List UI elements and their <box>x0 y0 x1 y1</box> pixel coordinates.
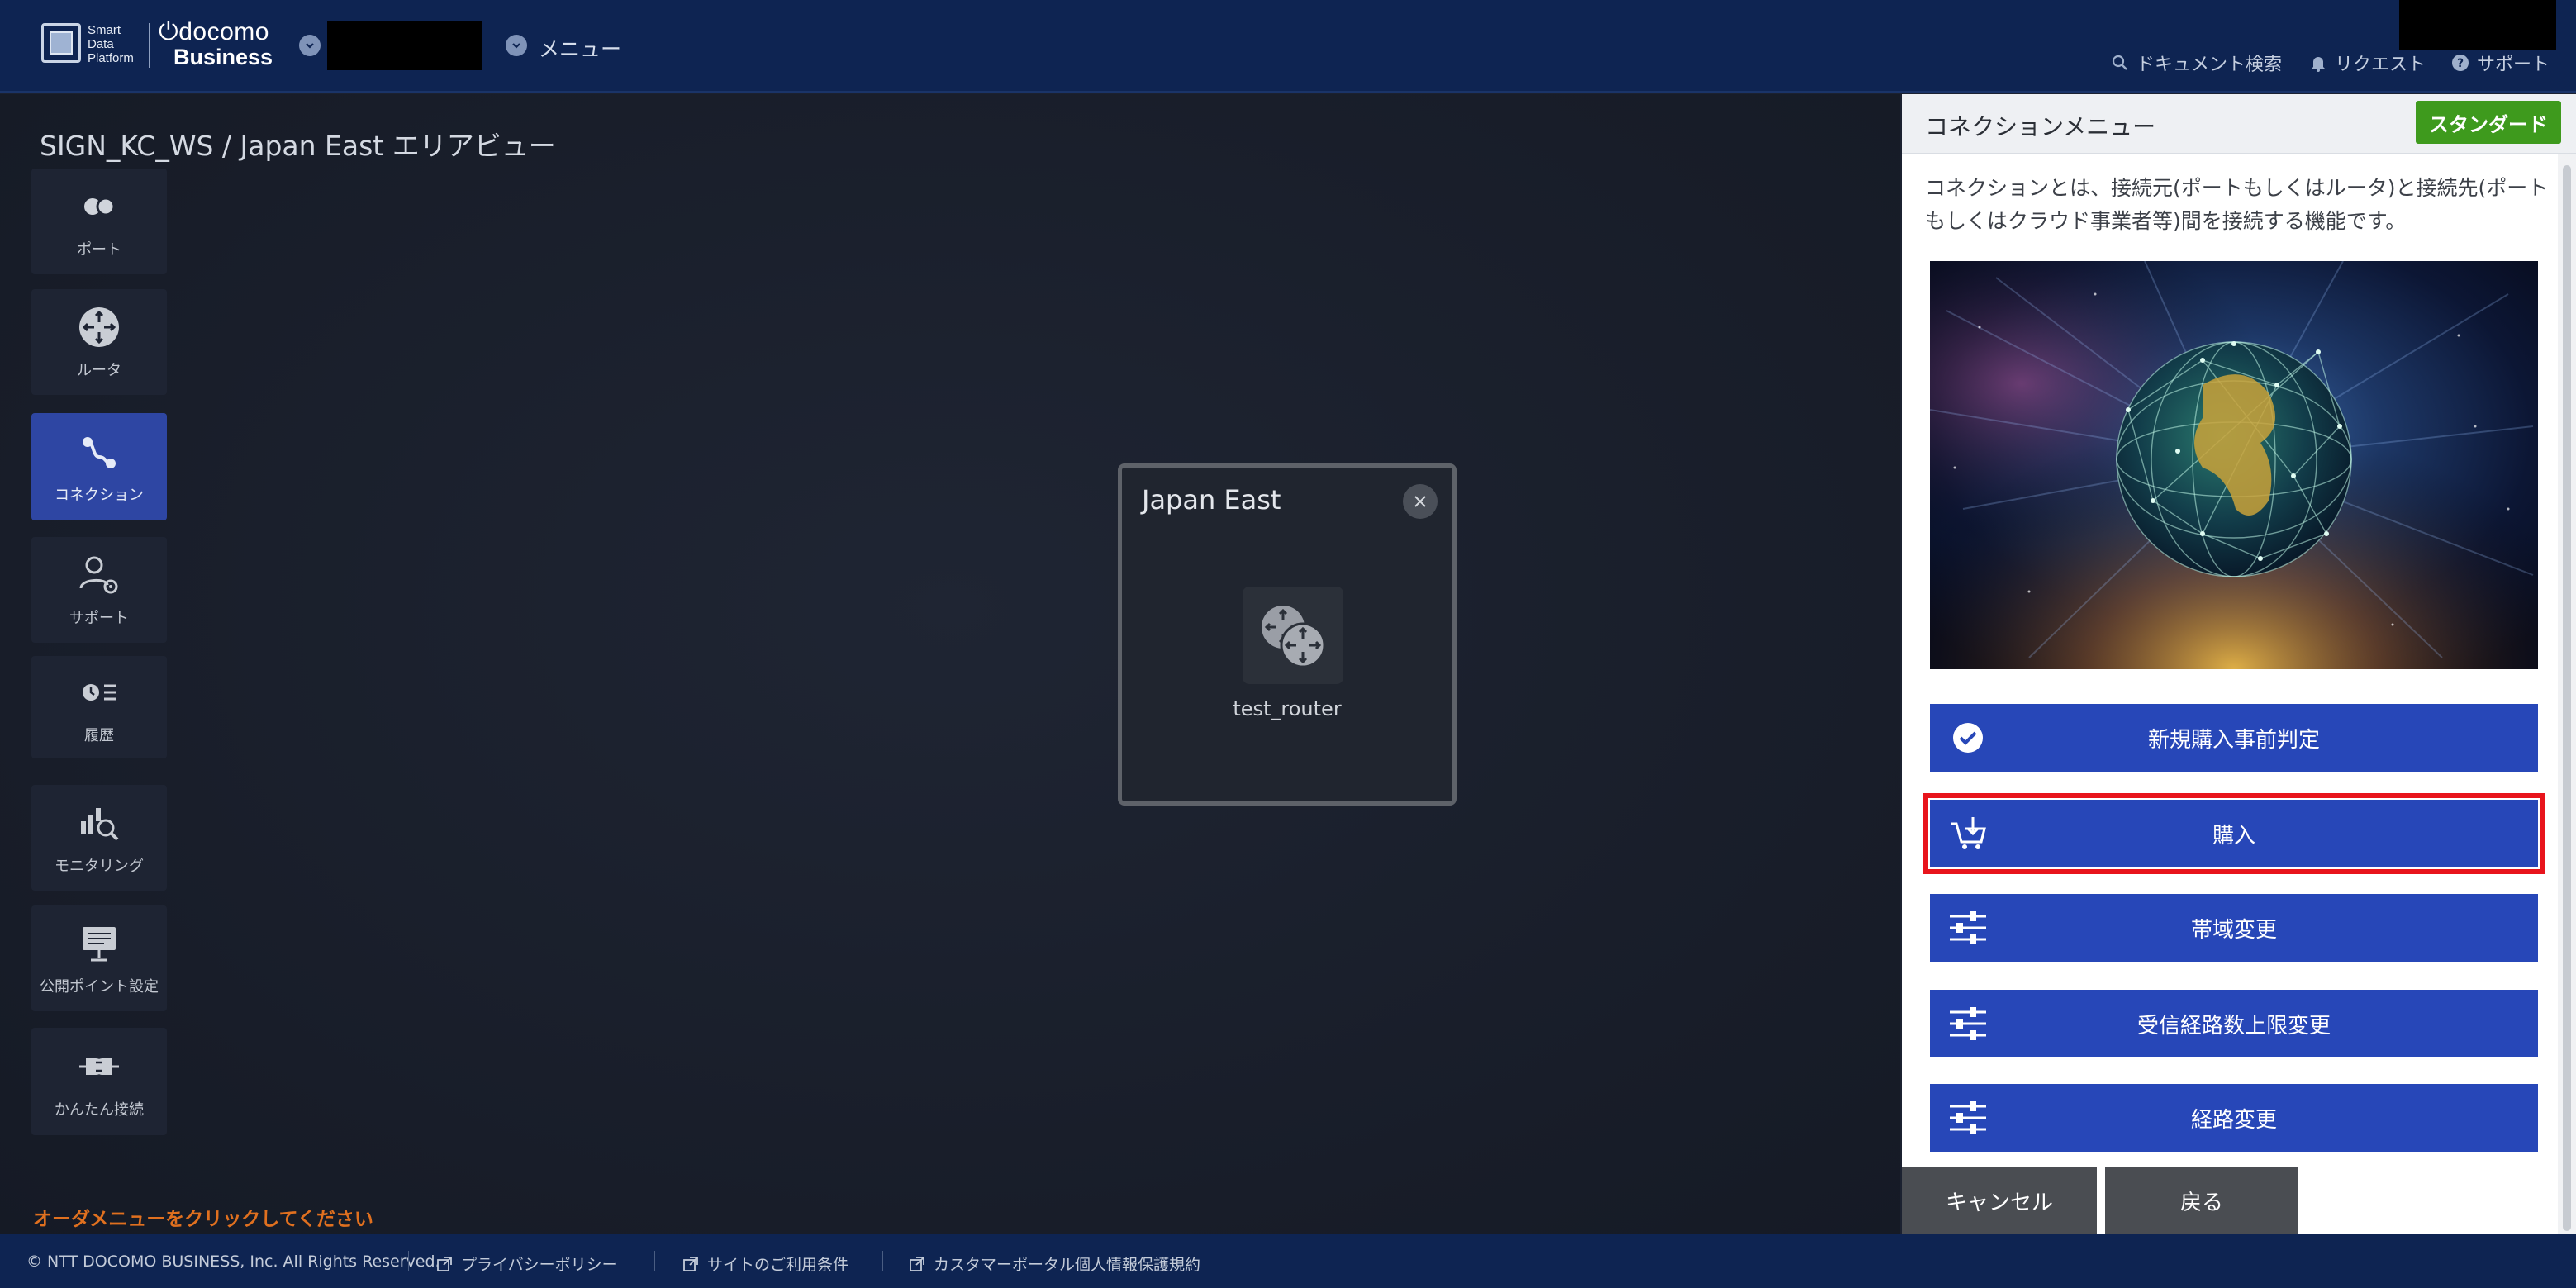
bandwidth-change-button[interactable]: 帯域変更 <box>1930 894 2538 962</box>
cart-icon <box>1951 817 1986 849</box>
doc-search-label: ドキュメント検索 <box>2136 55 2283 75</box>
easy-connect-icon <box>79 1058 119 1075</box>
port-icon <box>84 197 116 216</box>
sliders-icon <box>1950 911 1986 944</box>
pre-purchase-check-button[interactable]: 新規購入事前判定 <box>1930 704 2538 772</box>
sidebar-item-label: モニタリング <box>55 858 144 875</box>
redacted-user-info <box>2399 0 2556 50</box>
footer-divider <box>408 1251 409 1271</box>
router-node-label: test_router <box>1233 697 1342 720</box>
docomo-power-icon: ⏻ <box>159 18 179 45</box>
sidebar-item-port[interactable]: ポート <box>31 169 167 274</box>
doc-search-link[interactable]: ドキュメント検索 <box>2110 50 2282 76</box>
close-icon[interactable] <box>1403 484 1438 519</box>
sidebar-item-label: ポート <box>77 241 121 259</box>
privacy-policy-label: プライバシーポリシー <box>461 1256 618 1274</box>
footer: © NTT DOCOMO BUSINESS, Inc. All Rights R… <box>0 1234 2576 1288</box>
route-change-button[interactable]: 経路変更 <box>1930 1084 2538 1152</box>
brand-line-3: Platform <box>88 51 134 65</box>
sidebar-item-router[interactable]: ルータ <box>31 289 167 395</box>
sidebar-item-connection[interactable]: コネクション <box>31 413 167 520</box>
search-icon <box>2112 55 2127 70</box>
check-circle-icon <box>1953 723 1983 753</box>
sliders-icon <box>1950 1007 1986 1040</box>
sidebar-item-history[interactable]: 履歴 <box>31 656 167 758</box>
site-terms-link[interactable]: サイトのご利用条件 <box>682 1252 848 1275</box>
external-link-icon <box>683 1256 698 1271</box>
action-label: 受信経路数上限変更 <box>2136 1013 2331 1038</box>
page-title: SIGN_KC_WS / Japan East エリアビュー <box>40 130 556 162</box>
plan-badge: スタンダード <box>2416 101 2561 144</box>
order-menu-hint: オーダメニューをクリックしてください <box>33 1209 373 1230</box>
sidebar-item-label: コネクション <box>55 487 144 504</box>
panel-title: コネクションメニュー <box>1925 113 2156 140</box>
tenant-dropdown-chevron-icon[interactable] <box>299 35 321 56</box>
customer-privacy-link[interactable]: カスタマーポータル個人情報保護規約 <box>909 1252 1200 1275</box>
sidebar-item-label: ルータ <box>77 362 121 379</box>
privacy-policy-link[interactable]: プライバシーポリシー <box>436 1252 618 1275</box>
menu-dropdown[interactable]: メニュー <box>539 33 621 63</box>
sidebar-item-public-point[interactable]: 公開ポイント設定 <box>31 905 167 1011</box>
connection-menu-panel: コネクションメニュー スタンダード コネクションとは、接続元(ポートもしくはルー… <box>1902 94 2576 1234</box>
history-icon <box>83 684 116 701</box>
docomo-text: docomo <box>178 18 269 45</box>
brand-text: Smart Data Platform <box>88 23 145 65</box>
cancel-button[interactable]: キャンセル <box>1902 1167 2097 1234</box>
sidebar-item-label: かんたん接続 <box>55 1101 144 1119</box>
route-limit-change-button[interactable]: 受信経路数上限変更 <box>1930 990 2538 1057</box>
action-label: 経路変更 <box>2190 1107 2277 1133</box>
purchase-button[interactable]: 購入 <box>1923 793 2545 874</box>
sidebar-item-label: 公開ポイント設定 <box>40 978 159 996</box>
router-node[interactable] <box>1243 587 1343 684</box>
brand-line-1: Smart <box>88 23 121 37</box>
connection-icon <box>83 437 116 468</box>
footer-divider <box>882 1251 883 1271</box>
svg-text:?: ? <box>2457 57 2464 70</box>
brand-line-2: Data <box>88 37 114 51</box>
footer-divider <box>654 1251 655 1271</box>
request-label: リクエスト <box>2335 55 2426 75</box>
sdp-logo-icon[interactable] <box>41 23 81 63</box>
sidebar-item-label: 履歴 <box>84 727 114 744</box>
public-point-icon <box>83 927 116 962</box>
back-button[interactable]: 戻る <box>2105 1167 2298 1234</box>
logo-divider <box>149 23 150 68</box>
panel-description: コネクションとは、接続元(ポートもしくはルータ)と接続先(ポートもしくはクラウド… <box>1925 176 2549 233</box>
action-label: 新規購入事前判定 <box>2147 727 2320 753</box>
hero-globe-image <box>1930 261 2538 669</box>
bell-icon <box>2312 57 2325 72</box>
external-link-icon <box>437 1256 452 1271</box>
redacted-tenant-name <box>327 21 482 70</box>
scrollbar-thumb[interactable] <box>2563 165 2571 1231</box>
dual-router-icon <box>1262 606 1326 668</box>
external-link-icon <box>910 1256 924 1271</box>
support-user-gear-icon <box>79 556 118 594</box>
sliders-icon <box>1950 1101 1986 1134</box>
site-terms-label: サイトのご利用条件 <box>707 1256 849 1274</box>
area-view-canvas <box>0 94 1900 1234</box>
area-popup: Japan East test_router <box>1118 463 1457 806</box>
docomo-logo[interactable]: ⏻docomo <box>159 18 269 46</box>
top-header: Smart Data Platform ⏻docomo Business メニュ… <box>0 0 2576 93</box>
sidebar-item-easy-connect[interactable]: かんたん接続 <box>31 1028 167 1135</box>
action-label: 購入 <box>2212 823 2255 848</box>
panel-header: コネクションメニュー スタンダード <box>1902 94 2576 154</box>
action-label: 帯域変更 <box>2190 917 2277 943</box>
sidebar-item-monitoring[interactable]: モニタリング <box>31 785 167 891</box>
help-circle-icon: ? <box>2452 55 2469 71</box>
router-icon <box>79 307 119 347</box>
request-link[interactable]: リクエスト <box>2308 50 2426 76</box>
area-popup-title: Japan East <box>1142 484 1281 516</box>
panel-scrollbar[interactable] <box>2558 154 2576 1252</box>
monitoring-icon <box>81 808 119 841</box>
support-label: サポート <box>2477 55 2550 75</box>
copyright-text: © NTT DOCOMO BUSINESS, Inc. All Rights R… <box>26 1252 440 1271</box>
menu-chevron-icon[interactable] <box>506 35 527 56</box>
customer-privacy-label: カスタマーポータル個人情報保護規約 <box>934 1256 1201 1274</box>
sidebar-item-support[interactable]: サポート <box>31 537 167 643</box>
sidebar-item-label: サポート <box>69 610 129 627</box>
business-text: Business <box>173 45 273 69</box>
support-link[interactable]: ? サポート <box>2450 50 2550 76</box>
